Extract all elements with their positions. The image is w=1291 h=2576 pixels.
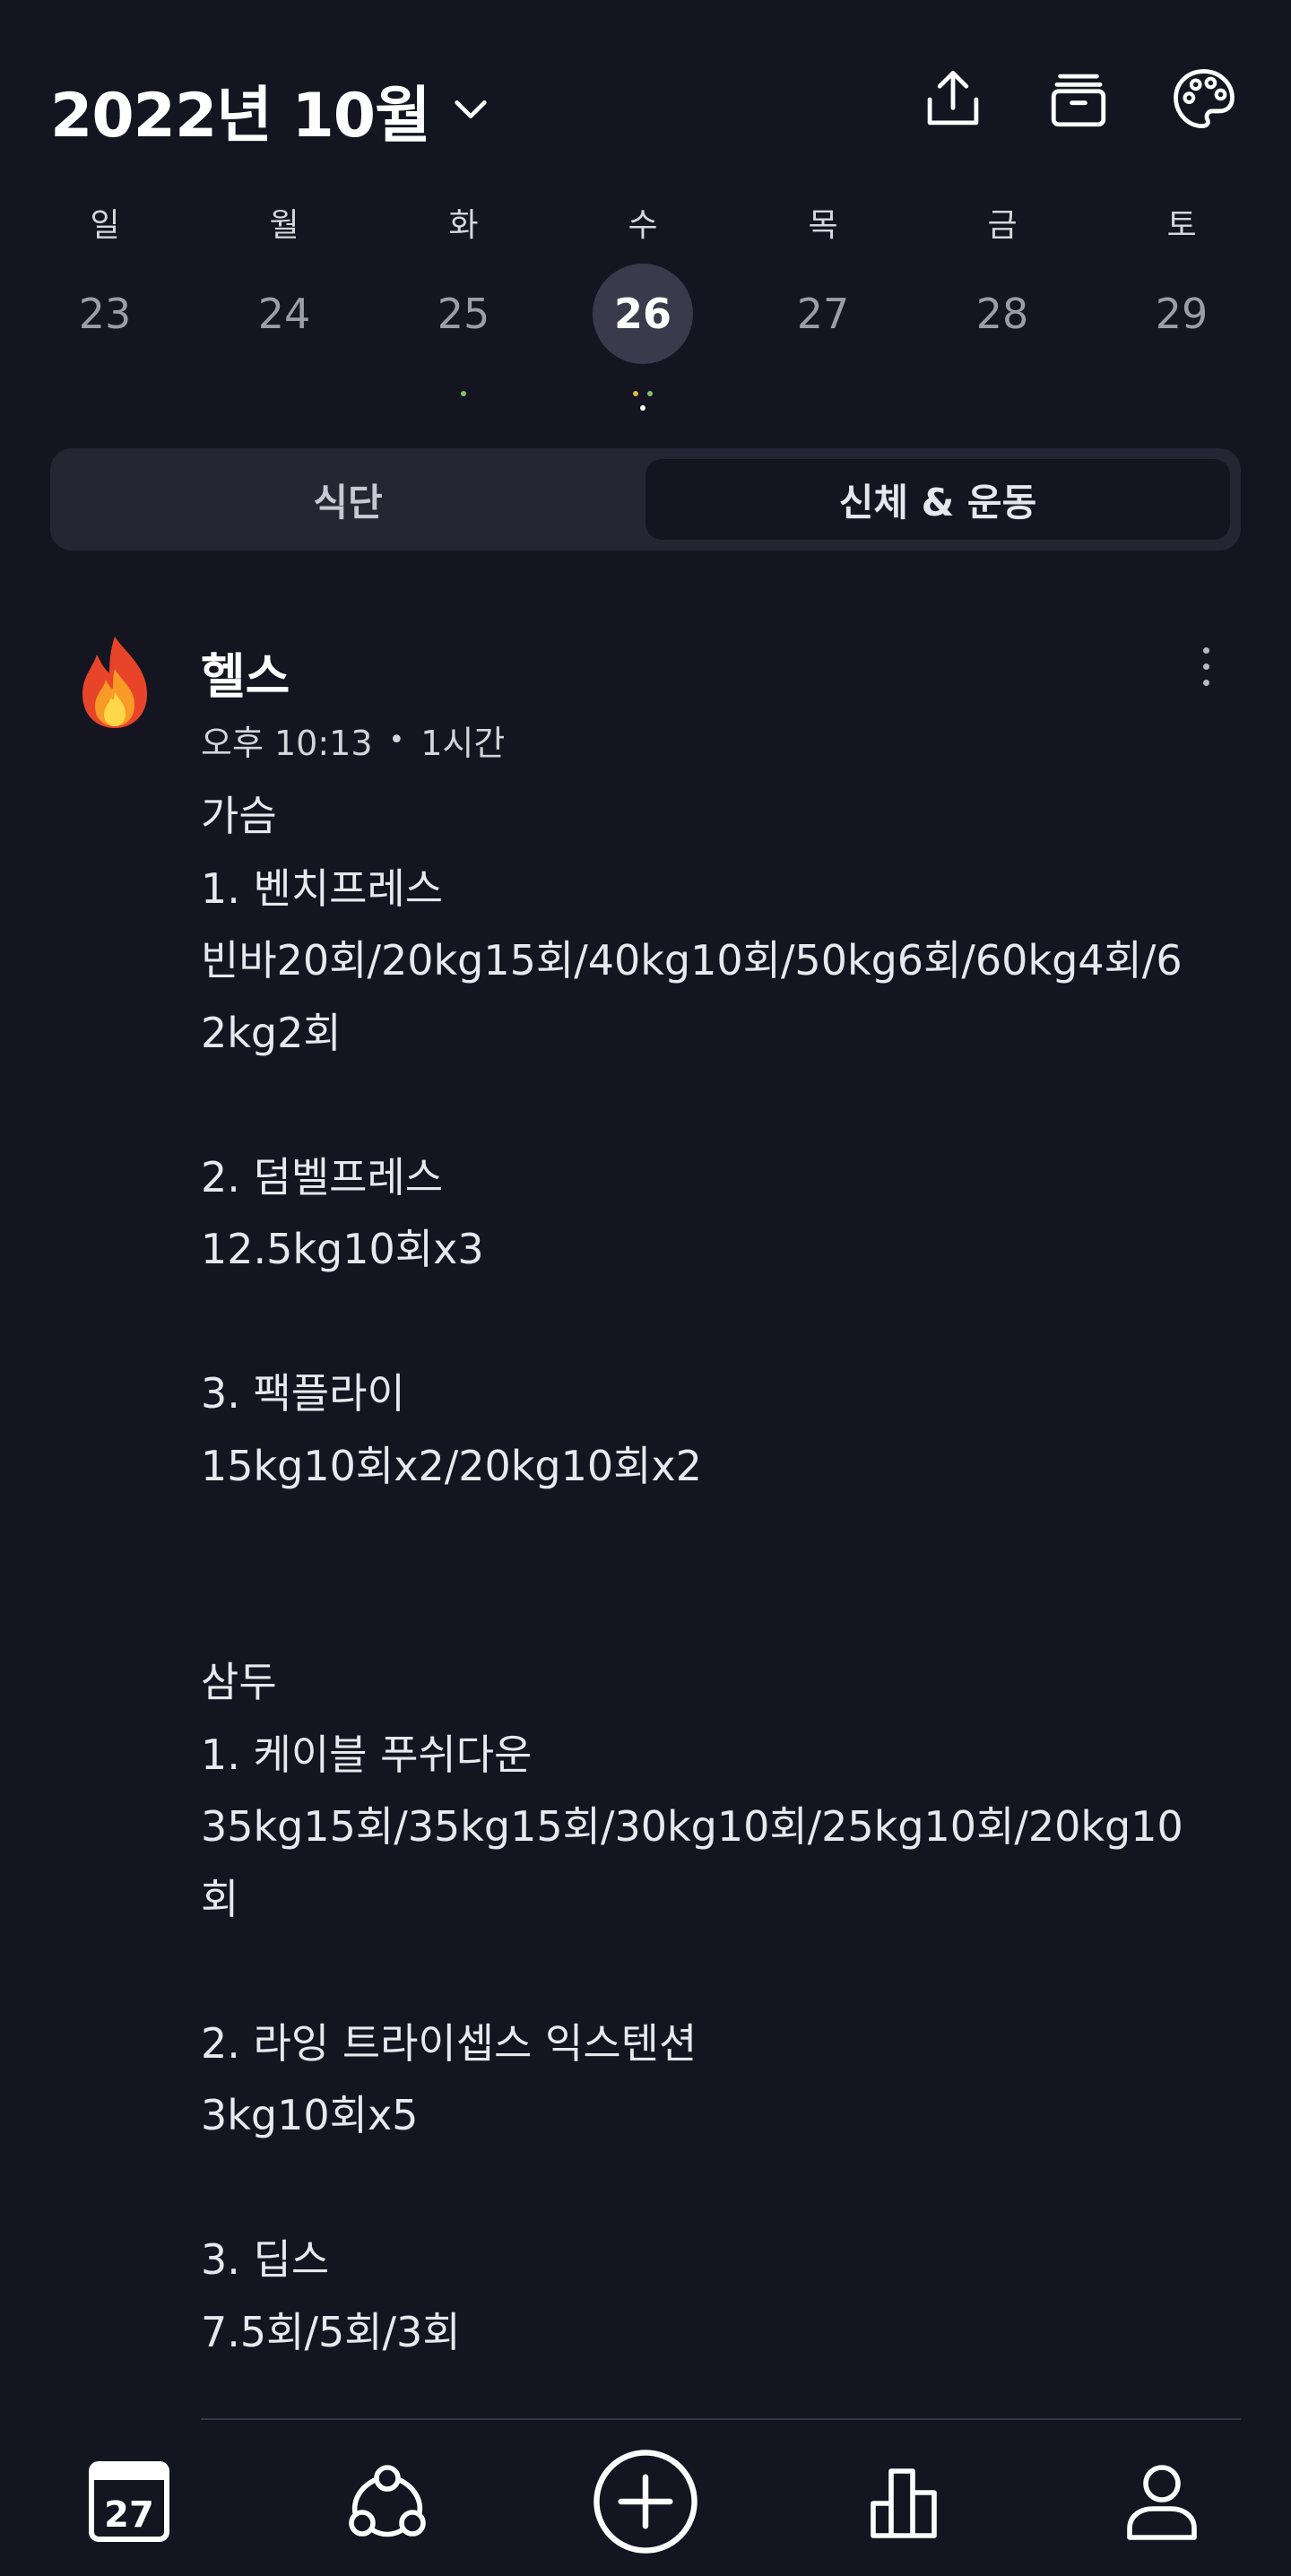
activity-dot: [647, 391, 653, 396]
date-cell[interactable]: 24: [234, 264, 334, 364]
tab-body-exercise[interactable]: 신체 & 운동: [646, 459, 1230, 540]
date-cell[interactable]: 25: [413, 264, 514, 364]
calendar-icon: 27: [89, 2461, 169, 2542]
stats-icon: [871, 2468, 937, 2538]
more-options-button[interactable]: [1183, 640, 1228, 694]
date-number: 28: [975, 290, 1029, 338]
date-number: 25: [437, 290, 490, 338]
date-number: 26: [613, 290, 671, 338]
date-number: 24: [257, 290, 311, 338]
nav-profile[interactable]: [1097, 2439, 1226, 2564]
month-selector[interactable]: 2022년 10월: [50, 65, 491, 154]
day-column[interactable]: 목 27: [765, 199, 881, 423]
date-number: 27: [796, 290, 850, 338]
divider: [201, 2418, 1241, 2420]
activity-dots: [585, 384, 701, 420]
day-column[interactable]: 월 24: [226, 199, 342, 423]
day-of-week-label: 목: [808, 207, 838, 244]
archive-icon: [1051, 74, 1106, 127]
day-column[interactable]: 수 26: [585, 199, 701, 423]
date-number: 29: [1155, 290, 1209, 338]
tab-diet[interactable]: 식단: [61, 459, 635, 540]
meta-separator: •: [388, 724, 405, 756]
segmented-tabs: 식단 신체 & 운동: [50, 448, 1241, 551]
date-cell[interactable]: 27: [773, 264, 873, 364]
day-of-week-label: 금: [987, 207, 1018, 244]
entry-duration: 1시간: [420, 724, 506, 763]
share-button[interactable]: [918, 65, 988, 134]
date-number: 23: [78, 290, 132, 338]
palette-icon: [1174, 69, 1235, 129]
app-header: 2022년 10월: [0, 0, 1291, 206]
day-of-week-label: 토: [1166, 207, 1197, 244]
day-column[interactable]: 일 23: [47, 199, 163, 423]
date-cell[interactable]: 23: [55, 264, 155, 364]
theme-button[interactable]: [1169, 65, 1239, 134]
day-column[interactable]: 화 25: [405, 199, 522, 423]
archive-button[interactable]: [1044, 65, 1113, 134]
entry-title: 헬스: [201, 648, 290, 705]
nav-calendar[interactable]: 27: [65, 2439, 194, 2564]
date-cell[interactable]: 28: [952, 264, 1053, 364]
kebab-icon: [1203, 647, 1209, 654]
activity-dots: [405, 384, 522, 420]
entry-note: 가슴 1. 벤치프레스 빈바20회/20kg15회/40kg10회/50kg6회…: [201, 792, 1183, 2356]
entry-meta: 오후 10:13 • 1시간: [201, 716, 505, 765]
nav-community[interactable]: [323, 2439, 452, 2564]
nav-stats[interactable]: [839, 2439, 968, 2564]
fire-icon: [82, 637, 147, 728]
bottom-nav: 27: [0, 2421, 1291, 2576]
day-of-week-label: 월: [269, 207, 299, 244]
selected-date[interactable]: 26: [593, 264, 693, 364]
share-icon: [927, 70, 979, 126]
day-of-week-label: 일: [90, 207, 120, 244]
day-of-week-label: 수: [628, 207, 658, 244]
day-of-week-label: 화: [448, 207, 479, 244]
month-title: 2022년 10월: [50, 80, 431, 152]
day-column[interactable]: 토 29: [1123, 199, 1240, 423]
day-column[interactable]: 금 28: [944, 199, 1061, 423]
nav-add[interactable]: [581, 2439, 710, 2564]
date-cell[interactable]: 29: [1131, 264, 1232, 364]
community-icon: [349, 2465, 426, 2537]
activity-dot: [640, 405, 646, 411]
activity-dot: [461, 391, 466, 396]
activity-dot: [633, 391, 638, 396]
week-strip: 일 23 월 24 화 25 수 26 목 27 금 28 토 29: [0, 199, 1291, 432]
calendar-date: 27: [104, 2494, 154, 2536]
entry-time: 오후 10:13: [201, 724, 373, 763]
profile-icon: [1127, 2465, 1197, 2540]
chevron-down-icon: [455, 100, 487, 118]
add-icon: [594, 2450, 697, 2554]
